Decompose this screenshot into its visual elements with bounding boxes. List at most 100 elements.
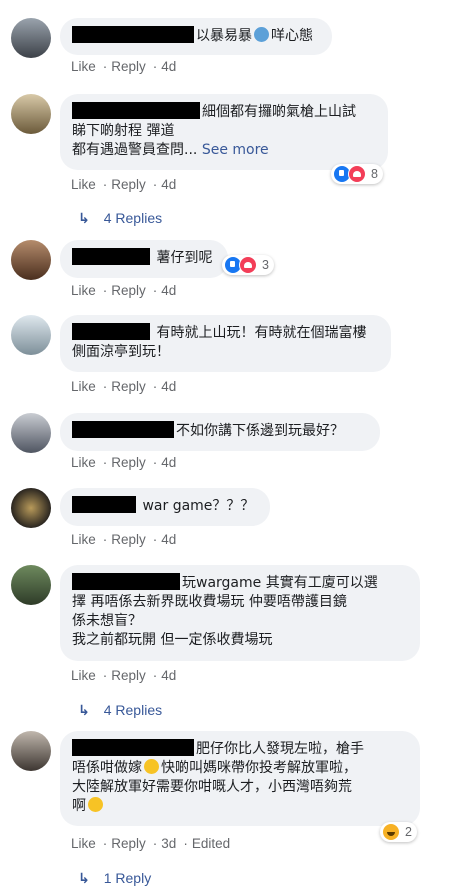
reaction-summary[interactable]: 8 xyxy=(331,164,383,184)
comment-line: 細個都有攞啲氣槍上山試 xyxy=(202,104,356,120)
separator: · xyxy=(102,532,108,547)
separator: · xyxy=(152,283,158,298)
like-link[interactable]: Like xyxy=(71,59,96,74)
comment-line: 係未想盲？ xyxy=(72,613,142,629)
avatar[interactable] xyxy=(11,488,51,528)
redacted-name xyxy=(72,573,180,590)
comment-line: 有時就上山玩！有時就在個瑞富樓 xyxy=(156,325,367,341)
comment-bubble: 玩wargame 其實有工廈可以選 擇 再唔係去新界既收費場玩 仲要唔帶護目鏡 … xyxy=(60,565,420,661)
reply-link[interactable]: Reply xyxy=(111,177,146,192)
comment-bubble: 薯仔到呢 xyxy=(60,240,228,278)
reply-link[interactable]: Reply xyxy=(111,59,146,74)
redacted-name xyxy=(72,248,150,265)
redacted-name xyxy=(72,323,150,340)
comment-line: 擇 再唔係去新界既收費場玩 仲要唔帶護目鏡 xyxy=(72,594,347,610)
reply-arrow-icon: ↳ xyxy=(78,210,90,226)
separator: · xyxy=(102,177,108,192)
view-replies-link[interactable]: ↳ 4 Replies xyxy=(78,702,162,719)
comment-line: 肥仔你比人發現左啦，槍手 xyxy=(196,741,364,757)
timestamp[interactable]: 4d xyxy=(161,455,176,470)
timestamp[interactable]: 4d xyxy=(161,379,176,394)
comment-bubble: war game？？？ xyxy=(60,488,270,526)
comment-bubble: 不如你講下係邊到玩最好？ xyxy=(60,413,380,451)
comment-actions: Like · Reply · 4d xyxy=(71,532,180,547)
like-link[interactable]: Like xyxy=(71,836,96,851)
separator: · xyxy=(152,532,158,547)
comment-text: 薯仔到呢 xyxy=(156,250,213,266)
avatar[interactable] xyxy=(11,94,51,134)
love-reaction-icon xyxy=(239,256,257,274)
comment-line: 都有遇過警員查問... xyxy=(72,142,198,158)
separator: · xyxy=(152,455,158,470)
avatar[interactable] xyxy=(11,565,51,605)
comment-text: 以暴易暴 xyxy=(196,28,252,44)
comment-line: 大陸解放軍好需要你咁嘅人才，小西灣唔夠荒 xyxy=(72,779,352,795)
redacted-name xyxy=(72,102,200,119)
reaction-count: 2 xyxy=(405,825,412,839)
comment-actions: Like · Reply · 4d xyxy=(71,177,180,192)
view-replies-link[interactable]: ↳ 1 Reply xyxy=(78,870,151,887)
reply-link[interactable]: Reply xyxy=(111,668,146,683)
reply-link[interactable]: Reply xyxy=(111,379,146,394)
reply-link[interactable]: Reply xyxy=(111,455,146,470)
redacted-name xyxy=(72,26,194,43)
separator: · xyxy=(102,59,108,74)
reply-link[interactable]: Reply xyxy=(111,283,146,298)
comment-actions: Like · Reply · 3d · Edited xyxy=(71,836,234,851)
avatar[interactable] xyxy=(11,240,51,280)
timestamp[interactable]: 3d xyxy=(161,836,176,851)
see-more-link[interactable]: See more xyxy=(202,142,269,158)
comment-actions: Like · Reply · 4d xyxy=(71,379,180,394)
avatar[interactable] xyxy=(11,413,51,453)
reply-link[interactable]: Reply xyxy=(111,836,146,851)
comment-bubble: 肥仔你比人發現左啦，槍手 唔係咁做嫁 快啲叫媽咪帶你投考解放軍啦， 大陸解放軍好需… xyxy=(60,731,420,826)
like-link[interactable]: Like xyxy=(71,532,96,547)
reaction-count: 3 xyxy=(262,258,269,272)
comment-actions: Like · Reply · 4d xyxy=(71,59,180,74)
avatar[interactable] xyxy=(11,18,51,58)
replies-count: 1 Reply xyxy=(103,870,152,886)
separator: · xyxy=(152,59,158,74)
reply-arrow-icon: ↳ xyxy=(78,870,90,886)
separator: · xyxy=(152,177,158,192)
timestamp[interactable]: 4d xyxy=(161,283,176,298)
fearful-face-emoji xyxy=(254,27,269,42)
separator: · xyxy=(102,836,108,851)
like-link[interactable]: Like xyxy=(71,177,96,192)
comment-line: 快啲叫媽咪帶你投考解放軍啦， xyxy=(161,760,357,776)
grinning-face-emoji xyxy=(144,759,159,774)
like-link[interactable]: Like xyxy=(71,283,96,298)
comment-bubble: 以暴易暴 咩心態 xyxy=(60,18,332,55)
separator: · xyxy=(152,836,158,851)
redacted-name xyxy=(72,739,194,756)
haha-reaction-icon xyxy=(382,823,400,841)
separator: · xyxy=(102,455,108,470)
timestamp[interactable]: 4d xyxy=(161,668,176,683)
reply-arrow-icon: ↳ xyxy=(78,702,90,718)
comment-actions: Like · Reply · 4d xyxy=(71,455,180,470)
comment-line: 唔係咁做嫁 xyxy=(72,760,142,776)
reaction-summary[interactable]: 3 xyxy=(222,255,274,275)
separator: · xyxy=(102,668,108,683)
like-link[interactable]: Like xyxy=(71,379,96,394)
view-replies-link[interactable]: ↳ 4 Replies xyxy=(78,210,162,227)
separator: · xyxy=(152,668,158,683)
comment-line: 睇下啲射程 彈道 xyxy=(72,123,175,139)
timestamp[interactable]: 4d xyxy=(161,532,176,547)
separator: · xyxy=(102,379,108,394)
edited-label[interactable]: Edited xyxy=(192,836,230,851)
timestamp[interactable]: 4d xyxy=(161,177,176,192)
comment-bubble: 細個都有攞啲氣槍上山試 睇下啲射程 彈道 都有遇過警員查問... See mor… xyxy=(60,94,388,170)
reaction-summary[interactable]: 2 xyxy=(380,822,417,842)
like-link[interactable]: Like xyxy=(71,668,96,683)
avatar[interactable] xyxy=(11,315,51,355)
comment-line: 側面涼亭到玩！ xyxy=(72,344,170,360)
avatar[interactable] xyxy=(11,731,51,771)
separator: · xyxy=(102,283,108,298)
separator: · xyxy=(152,379,158,394)
comment-line: 啊 xyxy=(72,798,86,814)
reply-link[interactable]: Reply xyxy=(111,532,146,547)
like-link[interactable]: Like xyxy=(71,455,96,470)
timestamp[interactable]: 4d xyxy=(161,59,176,74)
love-reaction-icon xyxy=(348,165,366,183)
